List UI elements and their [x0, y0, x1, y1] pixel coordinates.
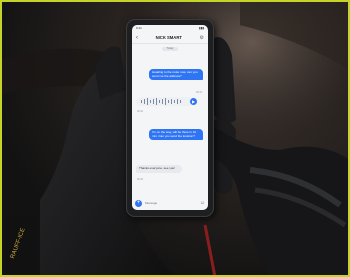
scene: RAUFF-ICE 9:41 ▮▮▮ ‹ NICK SMART ⚙ Today …: [0, 0, 350, 277]
contact-name: NICK SMART: [155, 35, 182, 40]
voice-message[interactable]: ▶: [136, 97, 198, 106]
status-time: 9:41: [136, 26, 142, 30]
chevron-left-icon[interactable]: ‹: [136, 35, 138, 41]
message-time: 09:41: [196, 91, 202, 94]
message-time: 09:43: [137, 178, 143, 181]
message-time: 09:42: [137, 110, 143, 113]
message-bubble-in: Thanks everyone, see you!: [136, 165, 182, 173]
message-bubble-out: Heading to the route now, can you send m…: [149, 69, 203, 81]
chat-header: ‹ NICK SMART ⚙: [132, 32, 208, 44]
composer: + ☺: [135, 199, 205, 207]
status-bar: 9:41 ▮▮▮: [132, 25, 208, 32]
plus-icon[interactable]: +: [135, 199, 142, 207]
smile-icon[interactable]: ☺: [200, 200, 205, 206]
gear-icon[interactable]: ⚙: [200, 35, 204, 41]
waveform: [141, 98, 181, 105]
message-bubble-out: I'm on the way, will be there in 10 min.…: [149, 129, 203, 141]
message-input[interactable]: [145, 200, 200, 206]
play-icon[interactable]: ▶: [190, 98, 197, 105]
status-icons: ▮▮▮: [199, 26, 204, 30]
rugged-phone: 9:41 ▮▮▮ ‹ NICK SMART ⚙ Today Heading to…: [126, 19, 214, 217]
day-label: Today: [162, 47, 178, 51]
phone-screen: 9:41 ▮▮▮ ‹ NICK SMART ⚙ Today Heading to…: [132, 25, 208, 210]
